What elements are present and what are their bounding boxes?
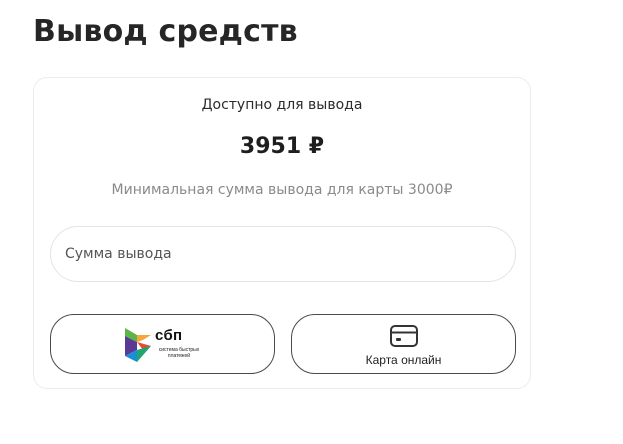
sbp-logo-subtitle: система быстрых платежей	[158, 347, 200, 359]
available-balance: 3951 ₽	[239, 134, 325, 159]
withdrawal-amount-input[interactable]	[50, 226, 516, 282]
withdrawal-card: Доступно для вывода 3951 ₽ Минимальная с…	[33, 77, 531, 389]
page-title: Вывод средств	[33, 14, 298, 49]
sbp-logo-text: сбп	[155, 327, 183, 344]
min-withdrawal-note: Минимальная сумма вывода для карты 3000₽	[111, 182, 453, 198]
sbp-method-button[interactable]: сбп система быстрых платежей	[50, 314, 275, 374]
credit-card-icon	[390, 325, 418, 347]
available-label: Доступно для вывода	[201, 97, 363, 113]
card-online-method-button[interactable]: Карта онлайн	[291, 314, 516, 374]
sbp-logo: сбп система быстрых платежей	[123, 326, 203, 364]
sbp-triangle-icon	[125, 328, 151, 362]
card-online-label: Карта онлайн	[365, 353, 442, 367]
